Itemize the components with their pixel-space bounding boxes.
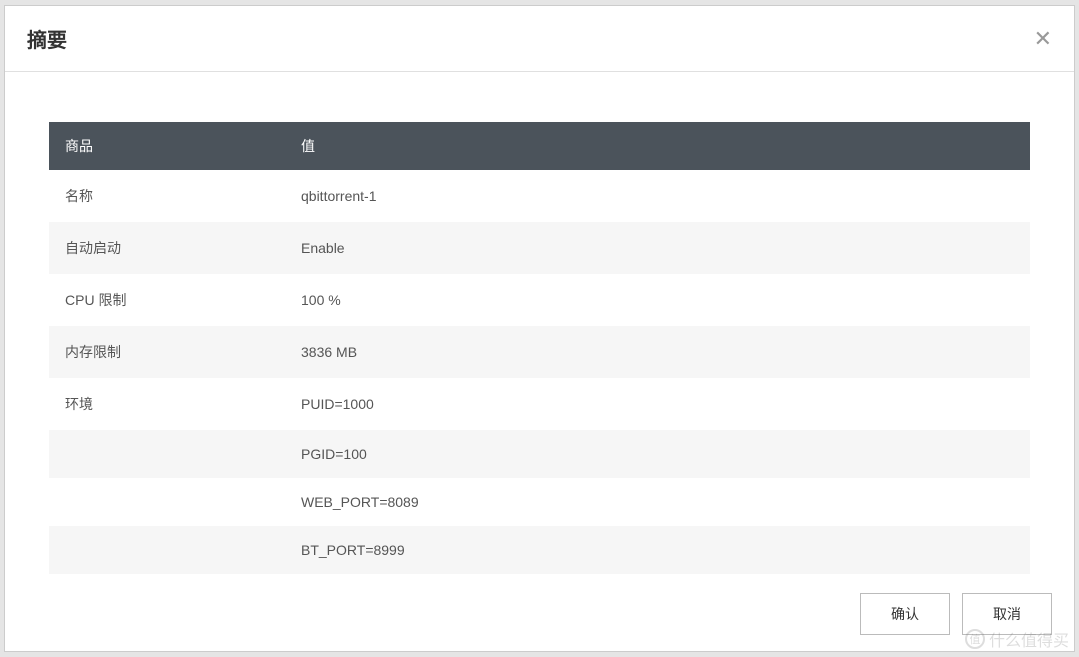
- row-label: [49, 478, 285, 526]
- table-row: 自动启动 Enable: [49, 222, 1030, 274]
- row-label: CPU 限制: [49, 274, 285, 326]
- row-value: 3836 MB: [285, 326, 1030, 378]
- row-value: WEB_PORT=8089: [285, 478, 1030, 526]
- cancel-button[interactable]: 取消: [962, 593, 1052, 635]
- table-row: WEB_PORT=8089: [49, 478, 1030, 526]
- modal-footer: 确认 取消: [5, 576, 1074, 651]
- table-header-label: 商品: [49, 122, 285, 170]
- row-label: [49, 526, 285, 574]
- row-value: PUID=1000: [285, 378, 1030, 430]
- modal-title: 摘要: [27, 24, 67, 53]
- close-icon[interactable]: ✕: [1034, 28, 1052, 50]
- row-label: [49, 430, 285, 478]
- row-value: qbittorrent-1: [285, 170, 1030, 222]
- summary-modal: 摘要 ✕ 商品 值 名称 qbittorrent-1 自动启动 Enable: [4, 5, 1075, 652]
- table-header-value: 值: [285, 122, 1030, 170]
- table-row: 名称 qbittorrent-1: [49, 170, 1030, 222]
- modal-header: 摘要 ✕: [5, 6, 1074, 72]
- modal-body[interactable]: 商品 值 名称 qbittorrent-1 自动启动 Enable CPU 限制…: [5, 72, 1074, 576]
- table-row: CPU 限制 100 %: [49, 274, 1030, 326]
- summary-table: 商品 值 名称 qbittorrent-1 自动启动 Enable CPU 限制…: [49, 122, 1030, 574]
- table-row: 内存限制 3836 MB: [49, 326, 1030, 378]
- row-value: 100 %: [285, 274, 1030, 326]
- table-row: PGID=100: [49, 430, 1030, 478]
- row-value: BT_PORT=8999: [285, 526, 1030, 574]
- table-row: 环境 PUID=1000: [49, 378, 1030, 430]
- row-label: 内存限制: [49, 326, 285, 378]
- confirm-button[interactable]: 确认: [860, 593, 950, 635]
- row-label: 自动启动: [49, 222, 285, 274]
- row-label: 名称: [49, 170, 285, 222]
- table-row: BT_PORT=8999: [49, 526, 1030, 574]
- row-label: 环境: [49, 378, 285, 430]
- table-header-row: 商品 值: [49, 122, 1030, 170]
- row-value: Enable: [285, 222, 1030, 274]
- row-value: PGID=100: [285, 430, 1030, 478]
